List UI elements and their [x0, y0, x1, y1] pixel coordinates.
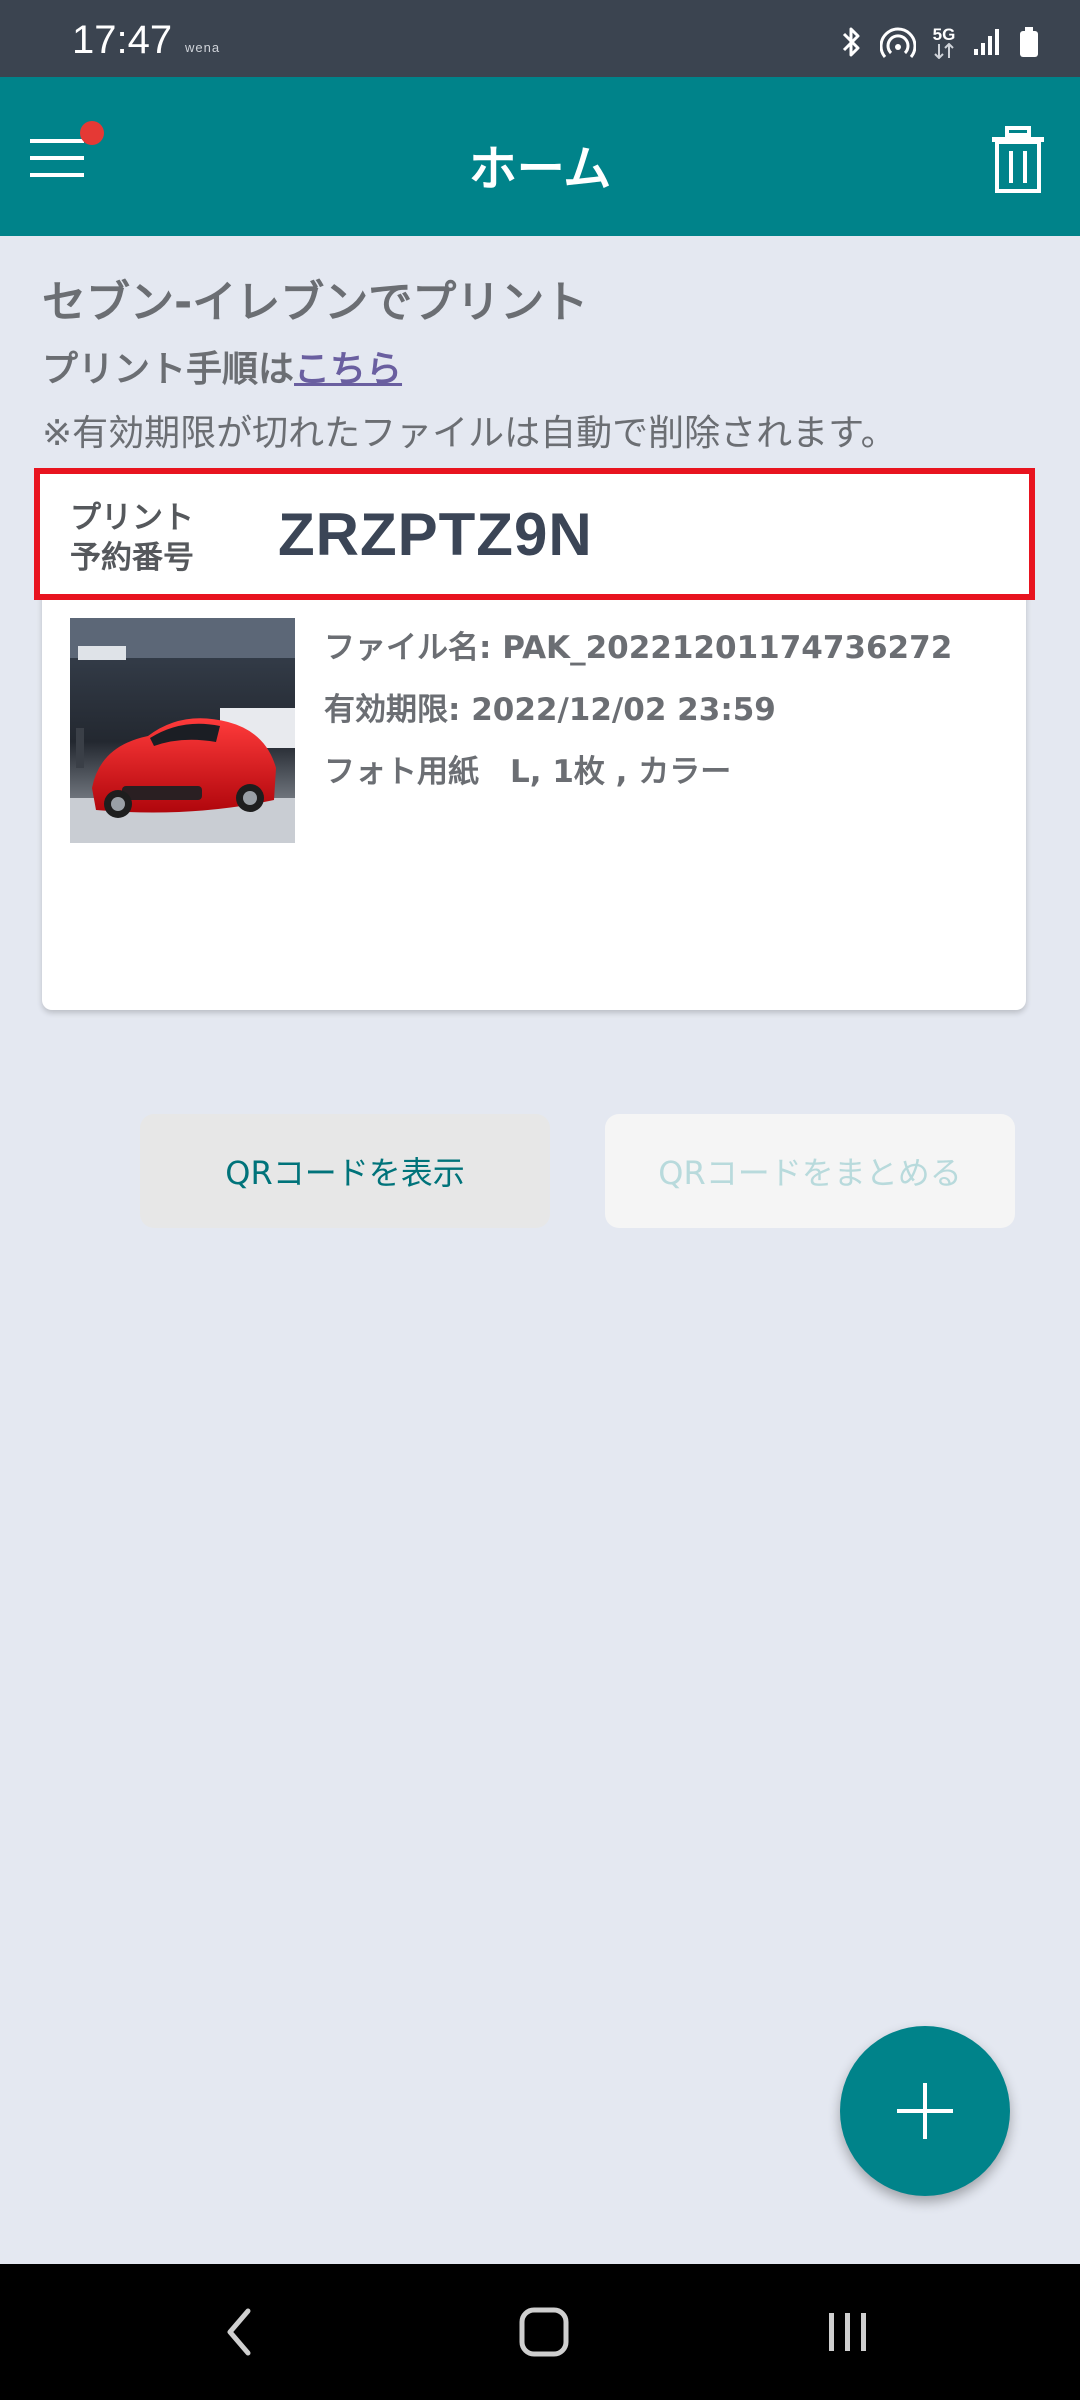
home-icon: [519, 2307, 569, 2357]
nav-back-button[interactable]: [200, 2300, 280, 2364]
app-bar: ホーム: [0, 77, 1080, 236]
car-photo-image: [70, 618, 295, 843]
5g-icon: 5G: [932, 26, 956, 59]
network-type-label: 5G: [932, 24, 956, 44]
recents-icon: [829, 2313, 866, 2351]
howto-link[interactable]: こちら: [294, 349, 402, 390]
reservation-label: プリント 予約番号: [70, 498, 194, 578]
status-icons: 5G: [838, 22, 1040, 62]
hotspot-icon: [880, 25, 916, 59]
expiry-notice: ※有効期限が切れたファイルは自動で削除されます。: [42, 413, 897, 454]
signal-icon: [972, 27, 1002, 57]
print-card: プリント 予約番号 ZRZPTZ9N ファイル名: PAK_2022120117…: [34, 468, 1035, 1228]
reservation-label-line1: プリント: [70, 500, 194, 536]
system-nav-bar: [0, 2264, 1080, 2400]
reservation-label-line2: 予約番号: [70, 540, 194, 576]
file-name: ファイル名: PAK_20221201174736272: [324, 630, 953, 666]
file-info: ファイル名: PAK_20221201174736272 有効期限: 2022/…: [324, 628, 952, 814]
howto-prefix: プリント手順は: [42, 349, 295, 390]
reservation-box: プリント 予約番号 ZRZPTZ9N: [34, 468, 1035, 600]
expiry-date: 有効期限: 2022/12/02 23:59: [324, 692, 776, 728]
bluetooth-icon: [838, 25, 864, 59]
page-title: ホーム: [468, 141, 612, 197]
section-heading: セブン-イレブンでプリント: [42, 277, 589, 328]
add-button[interactable]: [840, 2026, 1010, 2196]
status-carrier-tag: wena: [185, 40, 221, 55]
photo-thumbnail[interactable]: [70, 618, 295, 843]
delete-button[interactable]: [988, 125, 1048, 195]
show-qr-button[interactable]: QRコードを表示: [140, 1114, 550, 1228]
combine-qr-button[interactable]: QRコードをまとめる: [605, 1114, 1015, 1228]
nav-recents-button[interactable]: [808, 2300, 888, 2364]
status-bar: 17:47 wena 5G: [0, 0, 1080, 77]
trash-icon: [992, 126, 1044, 193]
howto-line: プリント手順はこちら: [42, 340, 402, 392]
reservation-number: ZRZPTZ9N: [278, 501, 593, 568]
paper-settings: フォト用紙 L, 1枚 , カラー: [324, 754, 732, 790]
status-time: 17:47: [72, 18, 173, 62]
back-icon: [227, 2308, 251, 2356]
battery-icon: [1018, 25, 1040, 59]
nav-home-button[interactable]: [504, 2300, 584, 2364]
plus-icon: [897, 2083, 953, 2139]
